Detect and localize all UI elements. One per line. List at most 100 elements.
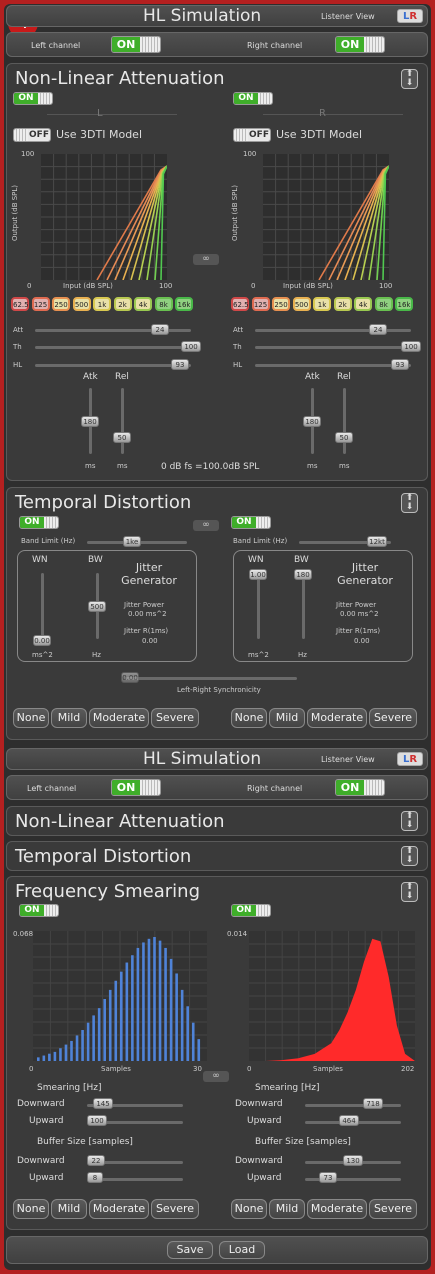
- band-button-250[interactable]: 250: [272, 297, 290, 311]
- right-channel-toggle-2[interactable]: ON: [335, 779, 385, 796]
- td-left-moderate-button[interactable]: Moderate: [89, 708, 149, 728]
- fs-right-down-slider[interactable]: [305, 1104, 401, 1107]
- band-button-1k[interactable]: 1k: [313, 297, 331, 311]
- fs-right-severe-button[interactable]: Severe: [369, 1199, 417, 1219]
- nla-expand-button[interactable]: ⬆ ⬇: [401, 69, 418, 89]
- fs-right-up-thumb[interactable]: 464: [339, 1115, 359, 1126]
- td-left-toggle[interactable]: ON: [19, 516, 59, 529]
- nla-right-th-thumb[interactable]: 100: [401, 341, 421, 352]
- band-button-16k[interactable]: 16k: [395, 297, 413, 311]
- lr-view-toggle[interactable]: LR: [397, 9, 423, 23]
- fs-right-toggle[interactable]: ON: [231, 904, 271, 917]
- fs-left-moderate-button[interactable]: Moderate: [89, 1199, 149, 1219]
- left-channel-toggle[interactable]: ON: [111, 36, 161, 53]
- nla-right-toggle[interactable]: ON: [233, 92, 273, 105]
- nla-left-att-thumb[interactable]: 24: [151, 324, 169, 335]
- td-left-wn-slider[interactable]: [41, 573, 44, 639]
- fs-left-mild-button[interactable]: Mild: [51, 1199, 87, 1219]
- band-button-2k[interactable]: 2k: [113, 297, 132, 311]
- band-button-125[interactable]: 125: [251, 297, 270, 311]
- nla-left-th-thumb[interactable]: 100: [181, 341, 201, 352]
- nla-left-hl-slider[interactable]: [35, 364, 191, 367]
- nla-left-th-slider[interactable]: [35, 346, 201, 349]
- td-right-band-limit-thumb[interactable]: 12kt: [367, 536, 387, 547]
- nla-left-rel-slider[interactable]: [121, 388, 124, 454]
- band-button-4k[interactable]: 4k: [354, 297, 372, 311]
- fs-right-mild-button[interactable]: Mild: [269, 1199, 305, 1219]
- td-collapsed-expand-button[interactable]: ⬆ ⬇: [401, 846, 418, 866]
- td-left-severe-button[interactable]: Severe: [151, 708, 199, 728]
- fs-right-down-thumb[interactable]: 718: [363, 1098, 383, 1109]
- td-right-bw-slider[interactable]: [302, 573, 305, 639]
- band-button-62.5[interactable]: 62.5: [231, 297, 249, 311]
- td-right-bw-thumb[interactable]: 180: [294, 569, 312, 580]
- right-channel-toggle[interactable]: ON: [335, 36, 385, 53]
- nla-right-ymin: 0: [251, 282, 256, 290]
- nla-link-button[interactable]: ∞: [193, 254, 219, 265]
- load-button[interactable]: Load: [219, 1241, 265, 1259]
- nla-title: Non-Linear Attenuation: [15, 68, 225, 89]
- td-left-bw-thumb[interactable]: 500: [88, 601, 106, 612]
- nla-right-3dti-toggle[interactable]: OFF: [233, 128, 271, 142]
- band-button-8k[interactable]: 8k: [374, 297, 393, 311]
- band-button-62.5[interactable]: 62.5: [11, 297, 29, 311]
- fs-right-bup-thumb[interactable]: 73: [319, 1172, 337, 1183]
- nla-right-hl-slider[interactable]: [255, 364, 411, 367]
- left-channel-toggle-2[interactable]: ON: [111, 779, 161, 796]
- td-left-wn-thumb[interactable]: 0.00: [33, 635, 51, 646]
- fs-left-bar: [191, 1022, 195, 1061]
- fs-left-none-button[interactable]: None: [13, 1199, 49, 1219]
- nla-collapsed-expand-button[interactable]: ⬆ ⬇: [401, 811, 418, 831]
- td-right-toggle[interactable]: ON: [231, 516, 271, 529]
- td-link-button[interactable]: ∞: [193, 520, 219, 531]
- fs-left-down-thumb[interactable]: 145: [93, 1098, 113, 1109]
- lr-view-toggle-2[interactable]: LR: [397, 752, 423, 766]
- td-right-mild-button[interactable]: Mild: [269, 708, 305, 728]
- nla-right-hl-label: HL: [233, 361, 243, 369]
- nla-left-3dti-toggle[interactable]: OFF: [13, 128, 51, 142]
- td-expand-button[interactable]: ⬆ ⬇: [401, 493, 418, 513]
- td-sync-slider[interactable]: [125, 677, 297, 680]
- fs-expand-button[interactable]: ⬆ ⬇: [401, 882, 418, 902]
- fs-link-button[interactable]: ∞: [203, 1071, 229, 1082]
- band-button-125[interactable]: 125: [31, 297, 50, 311]
- fs-right-moderate-button[interactable]: Moderate: [307, 1199, 367, 1219]
- band-button-500[interactable]: 500: [292, 297, 311, 311]
- nla-right-th-slider[interactable]: [255, 346, 421, 349]
- nla-right-rel-slider[interactable]: [343, 388, 346, 454]
- fs-right-xmin: 0: [247, 1065, 252, 1073]
- band-button-4k[interactable]: 4k: [134, 297, 152, 311]
- fs-left-toggle[interactable]: ON: [19, 904, 59, 917]
- td-right-wn-slider[interactable]: [257, 573, 260, 639]
- nla-left-atk-thumb[interactable]: 180: [81, 416, 99, 427]
- fs-right-bdown-thumb[interactable]: 130: [343, 1155, 363, 1166]
- fs-right-none-button[interactable]: None: [231, 1199, 267, 1219]
- band-button-250[interactable]: 250: [52, 297, 70, 311]
- fs-left-bup-thumb[interactable]: 8: [87, 1172, 103, 1183]
- nla-right-hl-thumb[interactable]: 93: [391, 359, 409, 370]
- band-button-16k[interactable]: 16k: [175, 297, 193, 311]
- td-right-moderate-button[interactable]: Moderate: [307, 708, 367, 728]
- band-button-8k[interactable]: 8k: [154, 297, 173, 311]
- fs-left-bdown-thumb[interactable]: 22: [87, 1155, 105, 1166]
- nla-right-att-slider[interactable]: [255, 329, 411, 332]
- td-left-band-limit-thumb[interactable]: 1ke: [123, 536, 141, 547]
- band-button-500[interactable]: 500: [72, 297, 91, 311]
- td-right-none-button[interactable]: None: [231, 708, 267, 728]
- nla-left-hl-thumb[interactable]: 93: [171, 359, 189, 370]
- td-left-none-button[interactable]: None: [13, 708, 49, 728]
- td-right-severe-button[interactable]: Severe: [369, 708, 417, 728]
- nla-left-toggle[interactable]: ON: [13, 92, 53, 105]
- band-button-2k[interactable]: 2k: [333, 297, 352, 311]
- nla-right-rel-thumb[interactable]: 50: [335, 432, 353, 443]
- nla-right-atk-thumb[interactable]: 180: [303, 416, 321, 427]
- nla-left-rel-thumb[interactable]: 50: [113, 432, 131, 443]
- nla-right-att-thumb[interactable]: 24: [369, 324, 387, 335]
- td-left-mild-button[interactable]: Mild: [51, 708, 87, 728]
- fs-left-up-thumb[interactable]: 100: [87, 1115, 107, 1126]
- fs-left-severe-button[interactable]: Severe: [151, 1199, 199, 1219]
- td-right-wn-thumb[interactable]: 1.00: [249, 569, 267, 580]
- td-sync-thumb[interactable]: 0.00: [121, 672, 139, 683]
- band-button-1k[interactable]: 1k: [93, 297, 111, 311]
- save-button[interactable]: Save: [167, 1241, 213, 1259]
